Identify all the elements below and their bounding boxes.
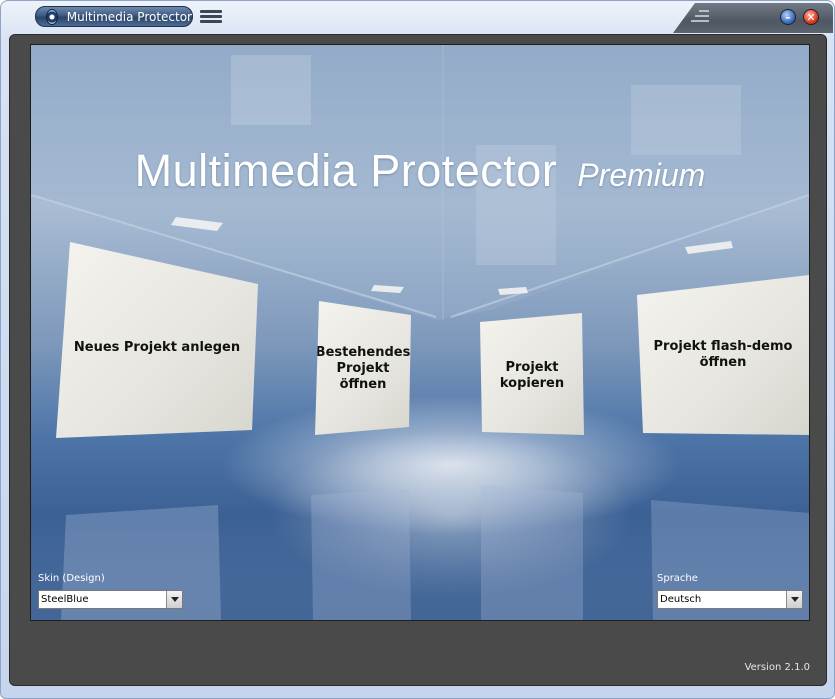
language-select[interactable]: Deutsch <box>657 590 803 609</box>
content-frame: Multimedia Protector Premium Neues Projek… <box>9 34 827 686</box>
minimize-button[interactable]: – <box>780 9 796 25</box>
minimize-icon: – <box>785 10 791 24</box>
application-window: Multimedia Protector – ✕ Multimedia Prot… <box>0 0 835 699</box>
language-select-value: Deutsch <box>660 594 702 605</box>
app-headline: Multimedia Protector Premium <box>31 145 809 197</box>
skin-select[interactable]: SteelBlue <box>38 590 183 609</box>
headline-title: Multimedia Protector <box>134 145 558 196</box>
open-project-label-line2: Projekt <box>336 360 390 376</box>
chevron-down-icon <box>790 597 799 602</box>
window-title: Multimedia Protector <box>66 9 192 24</box>
chevron-down-icon <box>170 597 179 602</box>
title-bar[interactable]: Multimedia Protector – ✕ <box>1 1 834 33</box>
skin-dropdown-button[interactable] <box>166 591 182 608</box>
open-project-panel[interactable]: Bestehendes Projekt öffnen <box>315 301 411 435</box>
open-flash-demo-panel[interactable]: Projekt flash-demo öffnen <box>637 275 809 435</box>
language-dropdown-button[interactable] <box>786 591 802 608</box>
gallery-stage: Multimedia Protector Premium Neues Projek… <box>30 44 810 621</box>
grip-icon <box>691 10 709 24</box>
skin-label: Skin (Design) <box>38 573 105 584</box>
copy-project-panel[interactable]: Projekt kopieren <box>480 313 584 435</box>
version-label: Version 2.1.0 <box>744 662 810 673</box>
flash-demo-label-line2: öffnen <box>699 355 747 370</box>
copy-project-label-line1: Projekt <box>505 359 559 375</box>
new-project-label: Neues Projekt anlegen <box>73 340 241 355</box>
language-label: Sprache <box>657 573 698 584</box>
close-button[interactable]: ✕ <box>803 9 819 25</box>
title-pill[interactable]: Multimedia Protector <box>35 6 193 27</box>
headline-edition: Premium <box>577 157 706 193</box>
skin-select-value: SteelBlue <box>41 594 89 605</box>
flash-demo-label-line1: Projekt flash-demo <box>653 339 793 354</box>
open-project-label-line1: Bestehendes <box>315 344 411 360</box>
open-project-label-line3: öffnen <box>339 376 387 392</box>
close-icon: ✕ <box>806 10 816 24</box>
hamburger-menu-icon[interactable] <box>200 10 222 24</box>
copy-project-label-line2: kopieren <box>499 375 565 391</box>
app-icon <box>46 8 58 25</box>
